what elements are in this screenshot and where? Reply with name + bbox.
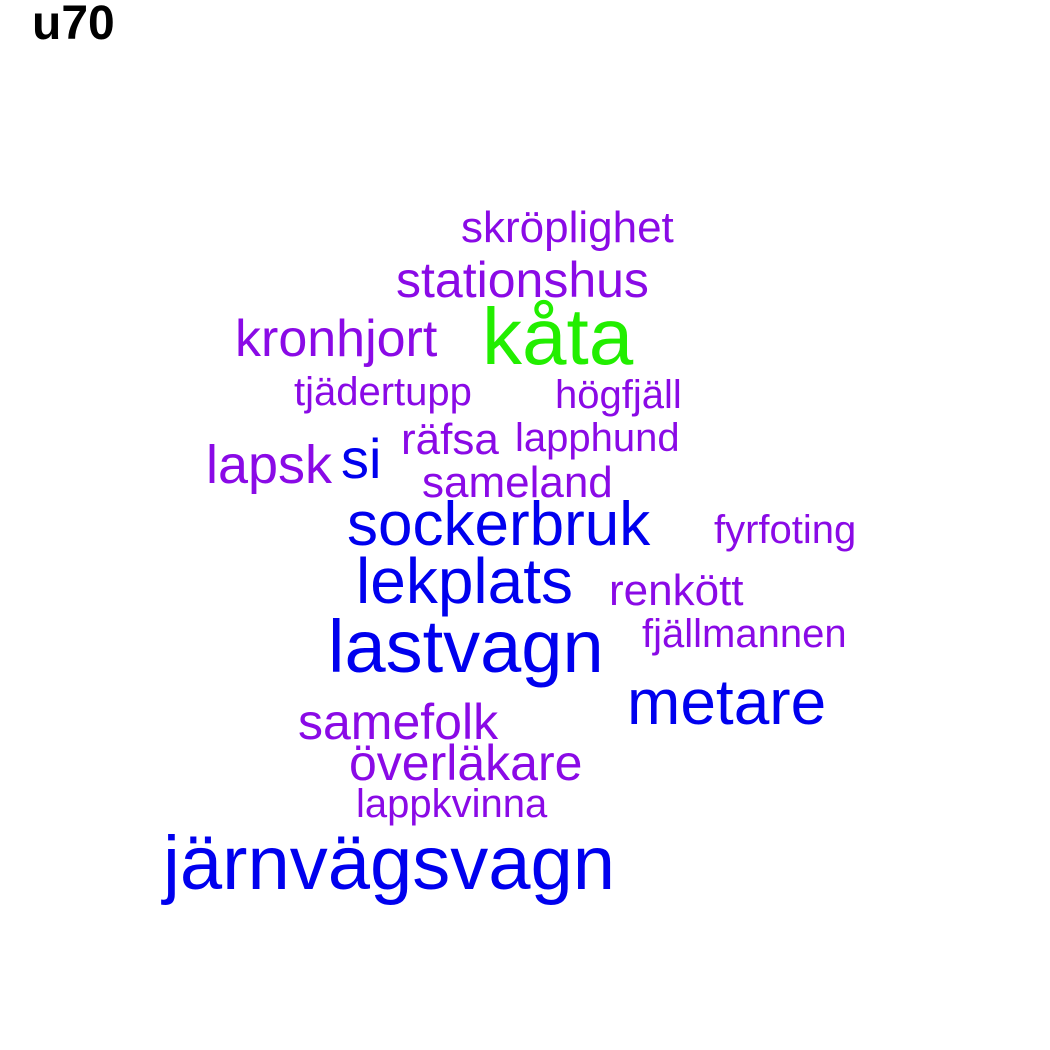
cloud-word: högfjäll: [555, 373, 682, 417]
plot-title: u70: [32, 0, 115, 50]
cloud-word: lappkvinna: [356, 782, 548, 826]
cloud-word: fjällmannen: [642, 612, 847, 656]
cloud-word: lapphund: [515, 416, 680, 460]
cloud-word: tjädertupp: [294, 370, 472, 414]
cloud-word: skröplighet: [461, 203, 674, 252]
cloud-word: kåta: [482, 292, 634, 381]
cloud-word: metare: [627, 666, 827, 738]
word-cloud: u70 skröplighet stationshus kronhjort kåta t…: [0, 0, 1050, 1050]
cloud-word: renkött: [609, 566, 744, 615]
cloud-word: fyrfoting: [714, 508, 857, 552]
cloud-word: räfsa: [401, 415, 499, 464]
cloud-word: järnvägsvagn: [163, 821, 616, 906]
cloud-word: lapsk: [206, 435, 333, 495]
cloud-word: lekplats: [356, 545, 573, 617]
cloud-word: kronhjort: [235, 310, 438, 368]
cloud-word: si: [341, 427, 382, 490]
cloud-word: överläkare: [349, 735, 583, 791]
cloud-word: lastvagn: [328, 605, 604, 688]
